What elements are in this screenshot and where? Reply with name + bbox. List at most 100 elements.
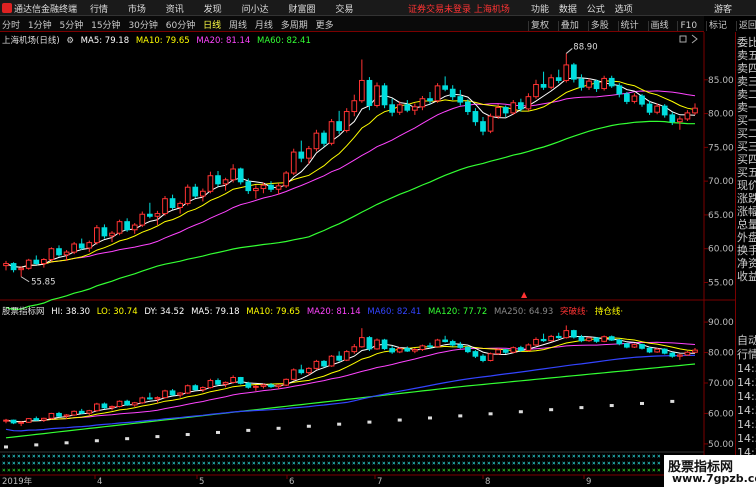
signal-strip-mark: × bbox=[412, 460, 416, 467]
panel-item[interactable]: 卖二 bbox=[737, 88, 756, 101]
panel-item[interactable]: 卖一 bbox=[737, 101, 756, 114]
main-candle-body bbox=[147, 213, 153, 217]
sub-candle-body bbox=[601, 336, 607, 342]
signal-strip-mark: × bbox=[112, 453, 116, 460]
panel-item[interactable]: 卖四 bbox=[737, 62, 756, 75]
panel-item[interactable]: 收益 bbox=[737, 270, 756, 283]
signal-strip-mark: × bbox=[287, 460, 291, 467]
signal-strip-mark: × bbox=[407, 467, 411, 474]
signal-strip-mark: × bbox=[107, 460, 111, 467]
signal-strip-mark: × bbox=[622, 460, 626, 467]
panel-item[interactable]: 净资 bbox=[737, 257, 756, 270]
signal-strip-mark: × bbox=[2, 460, 6, 467]
signal-strip-mark: × bbox=[277, 467, 281, 474]
main-candle-body bbox=[586, 80, 592, 88]
signal-strip-mark: × bbox=[617, 453, 621, 460]
main-candle-body bbox=[419, 98, 426, 108]
indicator-name[interactable]: 股票指标网 bbox=[2, 307, 45, 317]
signal-strip-mark: × bbox=[42, 467, 46, 474]
signal-strip-mark: × bbox=[292, 460, 296, 467]
panel-item[interactable]: 买五 bbox=[737, 166, 756, 179]
signal-strip-mark: × bbox=[237, 460, 241, 467]
signal-strip-mark: × bbox=[132, 460, 136, 467]
main-candle-body bbox=[639, 95, 645, 105]
sub-candle-body bbox=[184, 385, 191, 394]
panel-item: 14:30 bbox=[737, 432, 756, 445]
signal-strip-mark: × bbox=[642, 460, 646, 467]
signal-strip-mark: × bbox=[192, 453, 196, 460]
main-candle-body bbox=[321, 132, 327, 144]
signal-strip-mark: × bbox=[187, 467, 191, 474]
panel-item[interactable]: 涨跌 bbox=[737, 192, 756, 205]
signal-strip-mark: × bbox=[467, 467, 471, 474]
panel-item[interactable]: 涨幅 bbox=[737, 205, 756, 218]
sub-candle-body bbox=[222, 381, 229, 385]
panel-item[interactable]: 外盘 bbox=[737, 231, 756, 244]
panel-item[interactable]: 买三 bbox=[737, 140, 756, 153]
signal-strip-mark: × bbox=[277, 453, 281, 460]
main-candle-body bbox=[192, 186, 199, 197]
signal-strip-mark: × bbox=[637, 453, 641, 460]
settings-icon[interactable]: ⚙ bbox=[66, 36, 74, 46]
panel-item[interactable]: 换手 bbox=[737, 244, 756, 257]
main-candle-body bbox=[25, 259, 32, 269]
signal-strip-mark: × bbox=[627, 453, 631, 460]
signal-strip-mark: × bbox=[307, 467, 311, 474]
signal-strip-mark: × bbox=[27, 460, 31, 467]
panel-item[interactable]: 卖五 bbox=[737, 49, 756, 62]
signal-strip-mark: × bbox=[177, 460, 181, 467]
signal-strip-mark: × bbox=[392, 460, 396, 467]
sub-candle-body bbox=[608, 336, 615, 341]
main-candle-body bbox=[260, 184, 267, 190]
panel-item[interactable]: 总量 bbox=[737, 218, 756, 231]
main-candle-body bbox=[548, 77, 554, 88]
main-candle-body bbox=[94, 227, 100, 244]
signal-strip-mark: × bbox=[472, 453, 476, 460]
panel-item[interactable]: 现价 bbox=[737, 179, 756, 192]
main-candle-body bbox=[283, 172, 289, 187]
sub-candle-body bbox=[56, 412, 62, 417]
sub-candle-body bbox=[313, 360, 320, 369]
kline-chart[interactable]: 85.00 80.00 75.00 70.00 65.00 60.00 55.00 90.00… bbox=[0, 0, 756, 487]
main-candle-body bbox=[237, 168, 244, 183]
panel-item[interactable]: 卖三 bbox=[737, 75, 756, 88]
main-candle-body bbox=[290, 151, 297, 174]
panel-item[interactable]: 委比 bbox=[737, 36, 756, 49]
signal-strip-mark: × bbox=[367, 467, 371, 474]
signal-strip-mark: × bbox=[77, 460, 81, 467]
legend-ma5: MA5: 79.18 bbox=[80, 36, 130, 46]
high-marker-line bbox=[565, 48, 573, 54]
panel-item[interactable]: 自动 bbox=[737, 334, 756, 347]
main-candle-body bbox=[601, 77, 607, 90]
panel-item[interactable]: 买一 bbox=[737, 114, 756, 127]
panel-item[interactable]: 买二 bbox=[737, 127, 756, 140]
signal-strip-mark: × bbox=[497, 453, 501, 460]
sub-ma250-dot bbox=[155, 435, 160, 439]
signal-strip-mark: × bbox=[172, 453, 176, 460]
signal-strip-mark: × bbox=[627, 467, 631, 474]
price-tick-label: 60.00 bbox=[708, 245, 734, 255]
signal-strip-mark: × bbox=[427, 467, 431, 474]
sub-ma250-dot bbox=[246, 428, 251, 432]
sub-candle-body bbox=[192, 385, 199, 391]
panel-item[interactable]: 买四 bbox=[737, 153, 756, 166]
signal-strip-mark: × bbox=[382, 453, 386, 460]
signal-strip-mark: × bbox=[337, 467, 341, 474]
price-tick-label: 65.00 bbox=[708, 211, 734, 221]
sub-price-tick-label: 90.00 bbox=[708, 318, 734, 328]
signal-strip-mark: × bbox=[102, 453, 106, 460]
panel-item[interactable]: 行情 bbox=[737, 348, 756, 361]
main-candle-body bbox=[245, 181, 252, 192]
signal-strip-mark: × bbox=[332, 460, 336, 467]
signal-strip-mark: × bbox=[217, 467, 221, 474]
signal-strip-mark: × bbox=[612, 460, 616, 467]
signal-strip-mark: × bbox=[112, 460, 116, 467]
main-candle-body bbox=[101, 227, 108, 237]
signal-strip-mark: × bbox=[317, 467, 321, 474]
signal-strip-mark: × bbox=[452, 467, 456, 474]
main-candle-body bbox=[442, 85, 448, 90]
signal-strip-mark: × bbox=[72, 453, 76, 460]
signal-strip-mark: × bbox=[97, 467, 101, 474]
signal-strip-mark: × bbox=[372, 467, 376, 474]
sub-candle-body bbox=[41, 417, 47, 421]
